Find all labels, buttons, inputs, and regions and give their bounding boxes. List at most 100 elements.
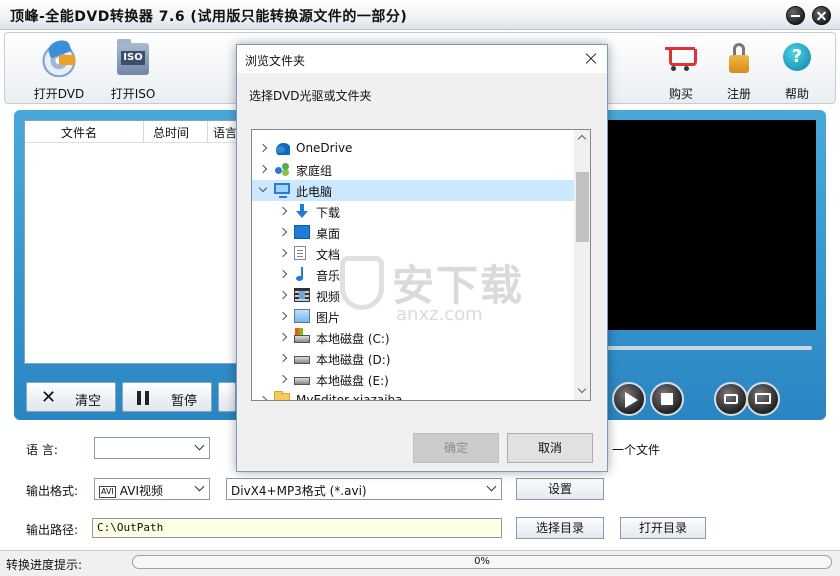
tree-item-label: 本地磁盘 (C:) — [316, 332, 390, 346]
open-dvd-label: 打开DVD — [33, 87, 85, 101]
close-button[interactable] — [812, 6, 831, 25]
stop-button[interactable] — [650, 382, 684, 416]
tree-item[interactable]: 视频 — [252, 285, 574, 306]
open-dir-button[interactable]: 打开目录 — [620, 517, 706, 539]
partial-file-text: 一个文件 — [612, 443, 661, 457]
tree-item-label: 图片 — [316, 311, 341, 325]
output-path-field[interactable]: C:\OutPath — [92, 518, 502, 538]
clear-x-icon: ✕ — [41, 387, 57, 408]
this-pc-icon — [274, 183, 290, 198]
tree-item[interactable]: 音乐 — [252, 264, 574, 285]
output-format-value: AVI视频 — [119, 484, 163, 498]
seek-slider[interactable] — [604, 346, 812, 350]
tree-item[interactable]: 此电脑 — [252, 180, 574, 201]
output-format-label: 输出格式: — [26, 484, 79, 498]
camera-icon — [724, 394, 738, 404]
chevron-right-icon[interactable] — [278, 353, 288, 363]
open-iso-label: 打开ISO — [110, 87, 156, 101]
tree-item-label: 下载 — [316, 206, 341, 220]
help-label: 帮助 — [784, 87, 809, 101]
chevron-down-icon — [486, 481, 497, 492]
chevron-right-icon[interactable] — [278, 227, 288, 237]
tree-item-label: 家庭组 — [296, 164, 333, 178]
chevron-down-icon — [194, 440, 205, 451]
video-preview — [604, 120, 816, 330]
codec-value: DivX4+MP3格式 (*.avi) — [231, 484, 367, 498]
file-list[interactable]: 文件名 总时间 语言 — [24, 120, 238, 364]
chevron-down-icon[interactable] — [258, 183, 268, 193]
codec-select[interactable]: DivX4+MP3格式 (*.avi) — [226, 478, 502, 500]
chevron-right-icon[interactable] — [278, 290, 288, 300]
scroll-up-icon[interactable] — [577, 134, 587, 144]
language-label: 语 言: — [26, 443, 58, 457]
convert-button[interactable] — [218, 382, 236, 412]
chevron-right-icon[interactable] — [278, 206, 288, 216]
clear-button[interactable]: ✕ 清空 — [26, 382, 116, 412]
dialog-close-icon[interactable] — [585, 53, 597, 65]
tree-item[interactable]: 文档 — [252, 243, 574, 264]
minimize-button[interactable] — [786, 6, 805, 25]
tree-item[interactable]: 下载 — [252, 201, 574, 222]
settings-button[interactable]: 设置 — [516, 478, 604, 500]
dialog-prompt: 选择DVD光驱或文件夹 — [249, 89, 372, 103]
tree-item[interactable]: 本地磁盘 (D:) — [252, 348, 574, 369]
tree-item-label: 文档 — [316, 248, 341, 262]
documents-icon — [294, 246, 306, 260]
register-button[interactable]: 注册 — [709, 39, 769, 101]
folder-tree[interactable]: OneDrive 家庭组此电脑下载桌面文档音乐 视频图片本地磁盘 (C:) 本地磁盘 … — [251, 129, 591, 401]
dialog-title: 浏览文件夹 — [245, 54, 306, 68]
play-button[interactable] — [612, 382, 646, 416]
language-select[interactable] — [94, 437, 210, 459]
help-icon: ? — [777, 41, 817, 77]
scroll-thumb[interactable] — [576, 172, 589, 242]
pause-button[interactable]: 暂停 — [122, 382, 212, 412]
iso-folder-icon: ISO — [113, 39, 153, 77]
cancel-button[interactable]: 取消 — [507, 433, 593, 463]
chevron-right-icon[interactable] — [258, 164, 268, 174]
title-bar: 顶峰-全能DVD转换器 7.6 (试用版只能转换源文件的一部分) — [0, 0, 840, 30]
browse-folder-dialog: 浏览文件夹 选择DVD光驱或文件夹 OneDrive 家庭组此电脑下载桌面文档音乐… — [236, 44, 608, 472]
column-duration[interactable]: 总时间 — [153, 124, 189, 141]
play-icon — [625, 392, 638, 408]
buy-label: 购买 — [668, 87, 693, 101]
pause-label: 暂停 — [171, 394, 198, 409]
dialog-title-bar: 浏览文件夹 — [237, 45, 607, 73]
open-folder-button[interactable] — [746, 382, 780, 416]
tree-item[interactable]: OneDrive — [252, 138, 574, 159]
help-button[interactable]: ? 帮助 — [767, 39, 827, 101]
desktop-icon — [294, 225, 310, 239]
drive-icon — [294, 356, 310, 364]
tree-item[interactable]: 家庭组 — [252, 159, 574, 180]
chevron-right-icon[interactable] — [278, 332, 288, 342]
onedrive-icon — [274, 141, 290, 155]
chevron-right-icon[interactable] — [258, 395, 268, 400]
choose-dir-button[interactable]: 选择目录 — [516, 517, 604, 539]
open-iso-button[interactable]: ISO 打开ISO — [103, 39, 163, 101]
tree-item[interactable]: MyEditor xiazaiba — [252, 390, 574, 401]
shopping-cart-icon — [661, 41, 701, 77]
pictures-icon — [294, 309, 310, 323]
output-path-label: 输出路径: — [26, 523, 79, 537]
tree-scrollbar[interactable] — [574, 130, 590, 400]
column-language[interactable]: 语言 — [213, 124, 237, 141]
stop-icon — [661, 393, 673, 405]
chevron-right-icon[interactable] — [258, 143, 268, 153]
tree-item[interactable]: 图片 — [252, 306, 574, 327]
tree-item[interactable]: 本地磁盘 (E:) — [252, 369, 574, 390]
buy-button[interactable]: 购买 — [651, 39, 711, 101]
chevron-right-icon[interactable] — [278, 248, 288, 258]
chevron-right-icon[interactable] — [278, 374, 288, 384]
progress-bar: 0% — [132, 555, 832, 569]
snapshot-button[interactable] — [714, 382, 748, 416]
output-format-select[interactable]: AVI AVI视频 — [94, 478, 210, 500]
chevron-right-icon[interactable] — [278, 311, 288, 321]
scroll-down-icon[interactable] — [577, 384, 587, 394]
tree-item[interactable]: 本地磁盘 (C:) — [252, 327, 574, 348]
tree-item[interactable]: 桌面 — [252, 222, 574, 243]
pause-icon — [137, 391, 141, 405]
column-filename[interactable]: 文件名 — [61, 124, 97, 141]
chevron-right-icon[interactable] — [278, 269, 288, 279]
tree-item-label: MyEditor xiazaiba — [296, 393, 403, 401]
open-dvd-button[interactable]: 打开DVD — [29, 39, 89, 101]
window-title: 顶峰-全能DVD转换器 7.6 (试用版只能转换源文件的一部分) — [10, 9, 408, 25]
